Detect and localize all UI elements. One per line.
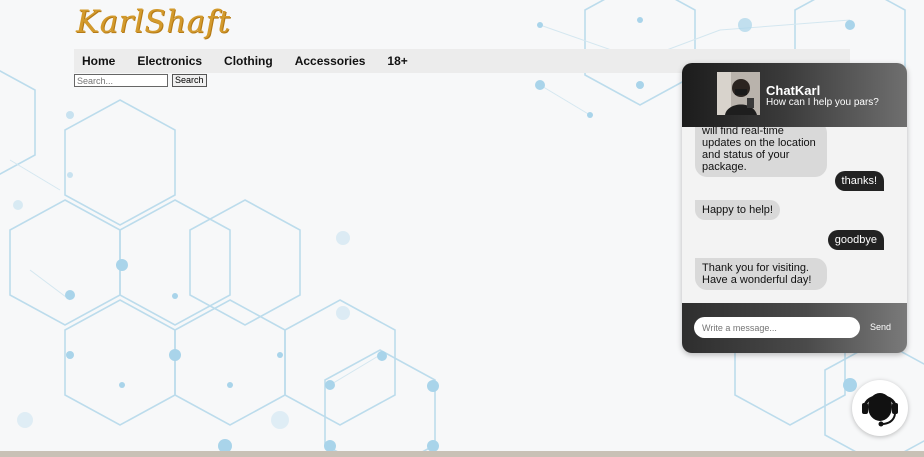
user-message: thanks! [834,171,884,191]
chat-widget: ChatKarl How can I help you pars? will f… [682,63,907,353]
chat-messages[interactable]: will find real-time updates on the locat… [682,127,907,303]
bot-message: Thank you for visiting. Have a wonderful… [695,258,827,290]
chat-title: ChatKarl [766,83,821,98]
nav-adult[interactable]: 18+ [387,54,407,68]
user-message: goodbye [827,230,884,250]
bot-message: Happy to help! [695,200,780,220]
window-bottom-edge [0,451,924,457]
site-logo[interactable]: KarlShaft [76,4,231,40]
chat-footer: Send [682,303,907,353]
search-input[interactable] [74,74,168,87]
nav-electronics[interactable]: Electronics [137,54,202,68]
message-input[interactable] [694,317,860,338]
chat-header: ChatKarl How can I help you pars? [682,63,907,127]
search-bar: Search [74,74,207,87]
nav-clothing[interactable]: Clothing [224,54,273,68]
headset-icon [862,393,898,427]
support-chat-button[interactable] [852,380,908,436]
send-button[interactable]: Send [870,322,891,332]
bot-message: will find real-time updates on the locat… [695,127,827,177]
nav-accessories[interactable]: Accessories [295,54,366,68]
chat-subtitle: How can I help you pars? [766,97,879,108]
avatar-icon [717,72,760,115]
search-button[interactable]: Search [172,74,207,87]
nav-home[interactable]: Home [82,54,115,68]
